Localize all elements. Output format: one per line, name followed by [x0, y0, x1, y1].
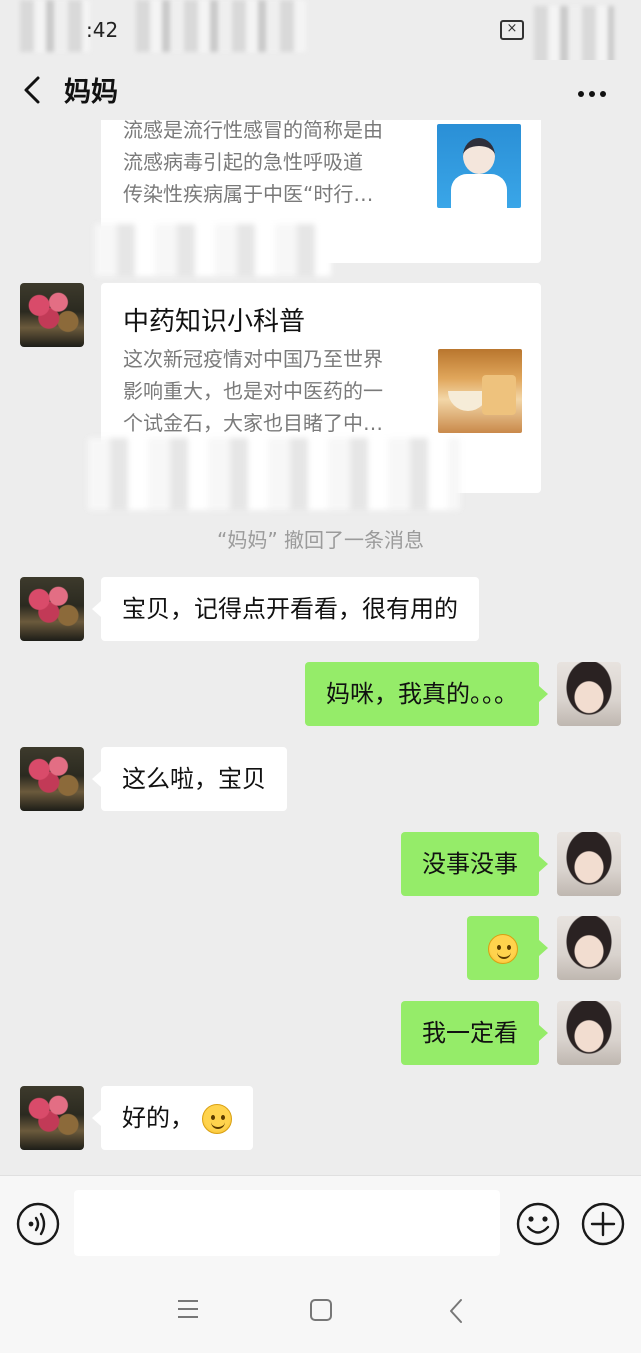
blurred-area	[136, 0, 306, 52]
smile-emoji-icon	[201, 1104, 232, 1134]
message-input[interactable]	[74, 1190, 500, 1256]
card-thumbnail	[437, 124, 521, 208]
avatar[interactable]	[20, 577, 84, 641]
message-bubble[interactable]: 我一定看	[401, 1001, 539, 1065]
recall-notice: “妈妈” 撤回了一条消息	[216, 528, 425, 552]
message-bubble[interactable]: 好的，	[101, 1086, 253, 1150]
card-desc-line: 流感是流行性感冒的简称是由	[123, 120, 383, 142]
message-bubble[interactable]: 宝贝，记得点开看看，很有用的	[101, 577, 479, 641]
card-description: 流感是流行性感冒的简称是由 流感病毒引起的急性呼吸道 传染性疾病属于中医“时行…	[123, 120, 415, 210]
avatar[interactable]	[557, 1001, 621, 1065]
blurred-area	[20, 0, 90, 52]
back-icon[interactable]	[445, 1297, 467, 1325]
avatar[interactable]	[557, 916, 621, 980]
avatar[interactable]	[20, 283, 84, 347]
chat-title: 妈妈	[64, 77, 118, 108]
status-bar: :42 ×	[0, 0, 641, 72]
system-nav-bar	[0, 1270, 641, 1353]
voice-icon[interactable]	[16, 1202, 60, 1246]
message-bubble[interactable]: 妈咪，我真的。。。	[305, 662, 539, 726]
card-desc-line: 影响重大，也是对中医药的一	[123, 379, 383, 403]
message-bubble[interactable]: 没事没事	[401, 832, 539, 896]
card-desc-line: 这次新冠疫情对中国乃至世界	[123, 347, 383, 371]
status-time: :42	[86, 18, 119, 42]
more-dots-icon[interactable]	[578, 82, 612, 97]
chevron-left-icon[interactable]	[18, 72, 48, 108]
input-bar	[0, 1175, 641, 1270]
blurred-area	[88, 438, 460, 510]
message-bubble[interactable]	[467, 916, 539, 980]
message-text: 好的，	[122, 1104, 194, 1132]
avatar[interactable]	[557, 662, 621, 726]
message-list[interactable]: 流感是流行性感冒的简称是由 流感病毒引起的急性呼吸道 传染性疾病属于中医“时行……	[0, 120, 641, 1175]
avatar[interactable]	[20, 1086, 84, 1150]
card-desc-line: 传染性疾病属于中医“时行…	[123, 182, 374, 206]
blurred-area	[95, 224, 331, 276]
menu-icon[interactable]	[176, 1298, 200, 1320]
avatar[interactable]	[20, 747, 84, 811]
avatar[interactable]	[557, 832, 621, 896]
card-desc-line: 个试金石，大家也目睹了中…	[123, 411, 383, 435]
card-desc-line: 流感病毒引起的急性呼吸道	[123, 150, 363, 174]
home-icon[interactable]	[309, 1298, 333, 1322]
message-bubble[interactable]: 这么啦，宝贝	[101, 747, 287, 811]
emoji-icon[interactable]	[516, 1202, 560, 1246]
card-title: 中药知识小科普	[123, 307, 306, 337]
battery-icon: ×	[500, 20, 524, 40]
card-description: 这次新冠疫情对中国乃至世界 影响重大，也是对中医药的一 个试金石，大家也目睹了中…	[123, 343, 415, 439]
card-thumbnail	[438, 349, 522, 433]
chat-header: 妈妈	[0, 60, 641, 120]
plus-icon[interactable]	[581, 1202, 625, 1246]
smile-emoji-icon	[488, 934, 518, 964]
